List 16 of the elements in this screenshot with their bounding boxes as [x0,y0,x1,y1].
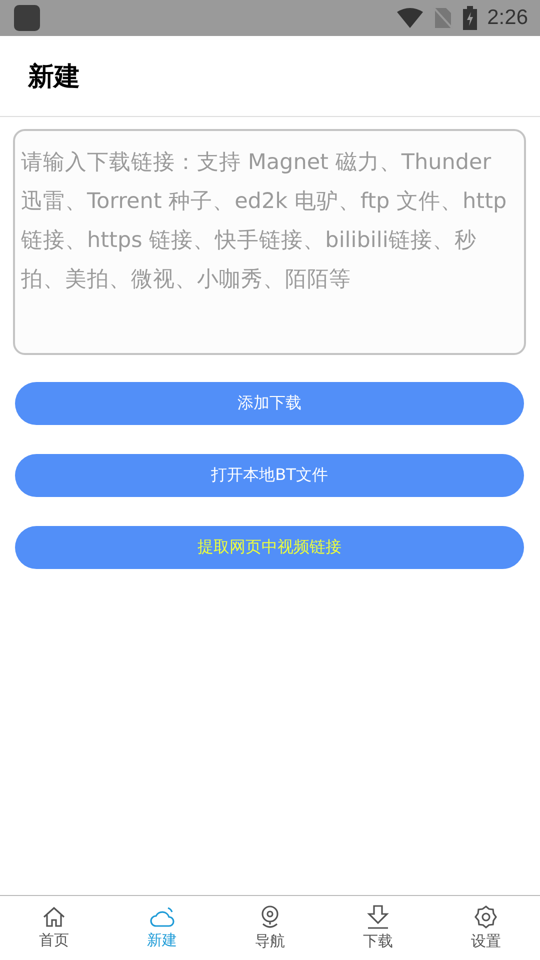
nav-tab[interactable]: 导航 [216,896,324,960]
cloud-icon [149,906,175,928]
link-input-field[interactable]: 请输入下载链接：支持 Magnet 磁力、Thunder 迅雷、Torrent 种子、ed2k 电驴、ftp 文件、http 链接、https 链接、快手链接、bilibili链接、秒拍、美拍、微视、小咖秀、陌陌等 [13,129,526,355]
app-icon [14,5,40,31]
download-icon [367,905,389,929]
nav-tab[interactable]: 设置 [432,896,540,960]
page-title: 新建 [28,60,80,94]
nav-tab[interactable]: 下载 [324,896,432,960]
nav-tab[interactable]: 首页 [0,896,108,960]
no-sim-icon [433,7,454,29]
clock: 2:26 [487,6,528,30]
battery-icon [463,6,478,30]
home-icon [42,906,66,928]
wifi-icon [397,8,424,28]
location-pin-icon [259,905,281,929]
settings-icon [474,905,498,929]
